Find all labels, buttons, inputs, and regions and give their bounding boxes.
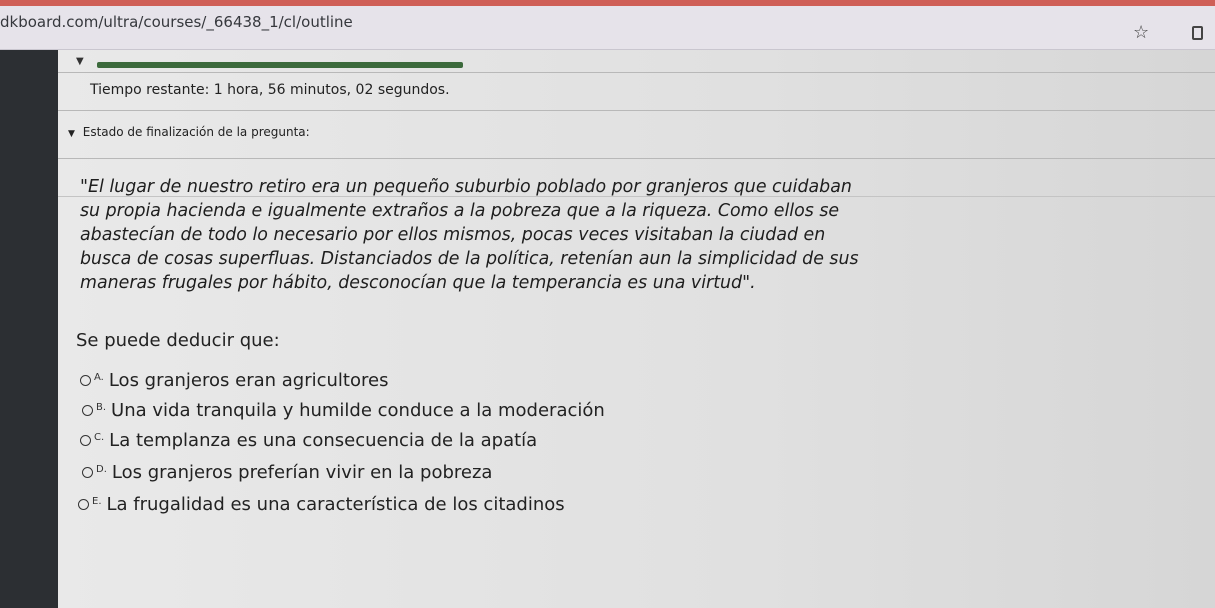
- option-e[interactable]: E. La frugalidad es una característica d…: [78, 490, 565, 518]
- option-letter: D.: [96, 463, 107, 475]
- option-letter: E.: [92, 495, 102, 507]
- exam-content: ▼ Tiempo restante: 1 hora, 56 minutos, 0…: [58, 50, 1215, 608]
- progress-bar: [97, 62, 463, 68]
- tab-icon[interactable]: [1192, 26, 1203, 40]
- option-text: Una vida tranquila y humilde conduce a l…: [111, 399, 605, 421]
- option-d[interactable]: D. Los granjeros preferían vivir en la p…: [82, 458, 492, 486]
- option-letter: B.: [96, 401, 107, 413]
- radio-icon[interactable]: [80, 374, 91, 386]
- option-a[interactable]: A. Los granjeros eran agricultores: [80, 366, 388, 394]
- completion-status-label: Estado de finalización de la pregunta:: [82, 125, 310, 139]
- address-bar[interactable]: dkboard.com/ultra/courses/_66438_1/cl/ou…: [0, 6, 1215, 50]
- radio-icon[interactable]: [78, 498, 89, 510]
- star-icon[interactable]: ☆: [1133, 24, 1149, 42]
- option-text: Los granjeros preferían vivir en la pobr…: [111, 461, 493, 483]
- radio-icon[interactable]: [82, 404, 93, 416]
- divider: [58, 158, 1215, 159]
- divider: [58, 72, 1215, 73]
- option-letter: C.: [94, 431, 105, 443]
- question-prompt: Se puede deducir que:: [76, 330, 280, 351]
- option-b[interactable]: B. Una vida tranquila y humilde conduce …: [82, 396, 605, 424]
- completion-status[interactable]: ▼ Estado de finalización de la pregunta:: [68, 125, 310, 139]
- time-remaining: Tiempo restante: 1 hora, 56 minutos, 02 …: [90, 82, 450, 98]
- url-text[interactable]: dkboard.com/ultra/courses/_66438_1/cl/ou…: [0, 13, 353, 31]
- radio-icon[interactable]: [80, 434, 91, 446]
- question-passage: "El lugar de nuestro retiro era un peque…: [80, 177, 859, 293]
- divider: [58, 110, 1215, 111]
- option-c[interactable]: C. La templanza es una consecuencia de l…: [80, 426, 537, 454]
- left-rail: [0, 50, 58, 608]
- chevron-down-icon[interactable]: ▼: [68, 129, 75, 139]
- radio-icon[interactable]: [82, 466, 93, 478]
- option-text: Los granjeros eran agricultores: [108, 369, 389, 391]
- option-text: La templanza es una consecuencia de la a…: [109, 429, 538, 451]
- collapse-arrow-icon[interactable]: ▼: [76, 56, 84, 67]
- option-text: La frugalidad es una característica de l…: [106, 493, 565, 515]
- option-letter: A.: [94, 371, 104, 383]
